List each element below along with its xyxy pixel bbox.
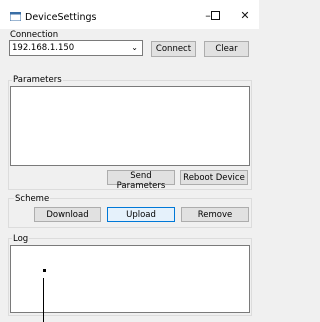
connect-button[interactable]: Connect [151,41,196,57]
reboot-device-button[interactable]: Reboot Device [180,170,248,185]
maximize-button[interactable] [202,6,228,26]
address-combobox[interactable]: 192.168.1.150 ⌄ [9,40,143,56]
parameters-label: Parameters [12,75,63,85]
chevron-down-icon[interactable]: ⌄ [131,43,138,52]
title-bar: DeviceSettings – ✕ [0,0,259,29]
mouse-cursor [43,278,44,322]
scheme-label: Scheme [14,194,51,204]
upload-button[interactable]: Upload [107,207,175,222]
send-parameters-button[interactable]: Send Parameters [107,170,175,191]
clear-button[interactable]: Clear [204,41,249,57]
log-label: Log [12,234,30,244]
app-window-icon [10,12,21,21]
parameters-textarea[interactable] [10,86,250,166]
text-cursor-dot [43,269,46,272]
remove-button[interactable]: Remove [181,207,249,222]
maximize-icon [210,11,220,20]
connection-label: Connection [9,30,60,40]
log-textarea[interactable] [10,245,250,313]
window-title: DeviceSettings [25,12,97,23]
close-button[interactable]: ✕ [232,6,258,26]
address-value: 192.168.1.150 [12,43,75,53]
download-button[interactable]: Download [34,207,101,222]
